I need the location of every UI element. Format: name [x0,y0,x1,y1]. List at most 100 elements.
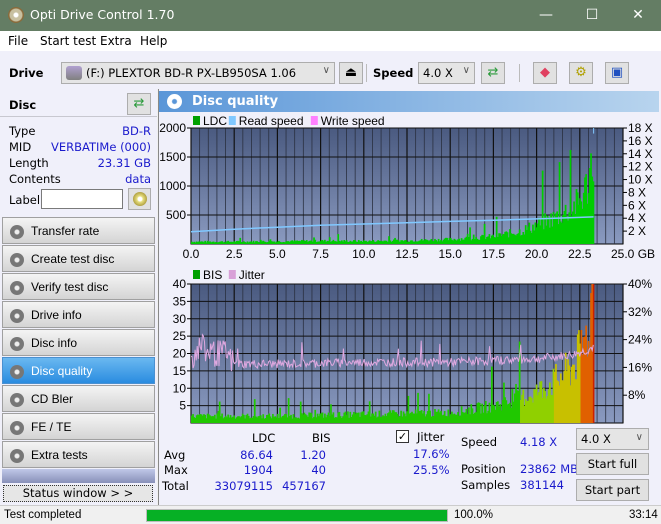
settings-button[interactable]: ⚙ [569,62,593,84]
x-tick-label: 12.5 [395,247,419,261]
nav-drive-info[interactable]: Drive info [2,301,155,328]
refresh-button[interactable]: ⇄ [481,62,505,84]
gears-icon: ⚙ [575,65,587,80]
maximize-button[interactable]: ☐ [569,0,615,31]
nav-create-test-disc[interactable]: Create test disc [2,245,155,272]
total-label: Total [162,479,189,493]
col-ldc-header: LDC [252,431,276,445]
nav-extra-tests[interactable]: Extra tests [2,441,155,468]
x-tick-label: 5.0 [269,426,286,427]
disc-icon [10,421,24,435]
y2-tick-label: 4 X [628,211,646,225]
disc-icon [10,225,24,239]
x-tick-label: 2.5 [226,247,243,261]
toolbar-separator [519,64,520,82]
disc-mid-key: MID [9,140,32,154]
eraser-icon: ◆ [540,65,550,80]
test-speed-select[interactable]: 4.0 X ∨ [576,428,649,450]
disc-header-label: Disc [9,98,37,112]
nav-disc-quality[interactable]: Disc quality [2,357,155,384]
y-tick-label: 2000 [159,121,186,135]
disc-label-button[interactable] [128,188,151,210]
legend-label: Jitter [239,268,265,282]
menu-help[interactable]: Help [140,34,167,48]
chevron-down-icon: ∨ [635,432,643,443]
nav-verify-test-disc[interactable]: Verify test disc [2,273,155,300]
disc-type-value: BD-R [122,124,151,138]
x-tick-label: 15.0 [439,426,463,427]
disc-icon [10,337,24,351]
disc-label-input[interactable] [41,189,123,209]
legend-swatch [228,270,236,279]
y-tick-label: 40 [173,277,187,291]
start-part-button[interactable]: Start part [576,479,649,501]
x-tick-label: 22.5 [568,247,592,261]
disc-label-key: Label [9,193,41,207]
y2-tick-label: 32% [628,305,652,319]
speed-select[interactable]: 4.0 X ∨ [418,62,475,84]
col-bis-header: BIS [312,431,331,445]
x-tick-label: 7.5 [312,426,329,427]
status-text: Test completed [4,509,82,521]
progress-fill [147,510,447,521]
disc-quality-icon [167,94,182,109]
nav-transfer-rate[interactable]: Transfer rate [2,217,155,244]
toolbar-separator [366,64,367,82]
jitter-checkbox[interactable]: ✓ [396,430,409,443]
avg-ldc: 86.64 [240,448,273,462]
position-value: 23862 MB [520,462,579,476]
menu-file[interactable]: File [8,34,28,48]
disc-length-value: 23.31 GB [97,156,151,170]
nav-cd-bler[interactable]: CD Bler [2,385,155,412]
y-tick-label: 30 [173,312,187,326]
erase-button[interactable]: ◆ [533,62,557,84]
nav-fe-te[interactable]: FE / TE [2,413,155,440]
nav-label: Drive info [31,308,82,322]
start-full-button[interactable]: Start full [576,453,649,475]
disc-type-row: Type BD-R [9,124,151,140]
disc-icon [10,253,24,267]
legend-swatch [193,116,200,125]
legend-swatch [193,270,200,279]
disc-type-key: Type [9,124,36,138]
x-tick-label: 25.0 GB [611,247,655,261]
disc-icon [10,309,24,323]
eject-button[interactable]: ⏏ [339,62,363,84]
save-button[interactable]: ▣ [605,62,629,84]
y-tick-label: 20 [173,347,187,361]
drive-select[interactable]: (F:) PLEXTOR BD-R PX-LB950SA 1.06 ∨ [61,62,335,84]
menu-extra[interactable]: Extra [100,34,132,48]
x-tick-label: 12.5 [395,426,419,427]
position-label: Position [461,462,506,476]
drive-value: (F:) PLEXTOR BD-R PX-LB950SA 1.06 [86,66,297,80]
max-label: Max [164,463,188,477]
nav-label: Transfer rate [31,224,100,238]
nav-disc-info[interactable]: Disc info [2,329,155,356]
eject-icon: ⏏ [344,65,358,80]
floppy-disk-icon: ▣ [610,65,624,80]
ldc-bar [592,181,595,244]
nav-label: Create test disc [31,252,115,266]
nav-filler [2,469,155,483]
ldc-chart: 5001000150020002 X4 X6 X8 X10 X12 X14 X1… [159,114,655,261]
y2-tick-label: 10 X [628,173,653,187]
avg-jitter: 17.6% [413,447,450,461]
x-tick-label: 7.5 [312,247,329,261]
disc-mid-row: MID VERBATIMe (000) [9,140,151,156]
disc-refresh-button[interactable]: ⇄ [127,93,151,115]
y-tick-label: 10 [173,381,187,395]
y-tick-label: 35 [173,294,187,308]
x-tick-label: 22.5 [568,426,592,427]
disc-icon [10,449,24,463]
total-bis: 457167 [282,479,326,493]
x-tick-label: 20.0 [525,426,549,427]
status-window-button[interactable]: Status window > > [3,485,153,502]
chevron-down-icon: ∨ [322,65,330,76]
disc-header: Disc ⇄ [0,89,157,117]
disc-contents-value: data [125,172,151,186]
elapsed-time: 33:14 [629,509,658,521]
minimize-button[interactable]: — [523,0,569,31]
close-button[interactable]: ✕ [615,0,661,31]
menu-start-test[interactable]: Start test [40,34,96,48]
legend-swatch [310,116,318,125]
